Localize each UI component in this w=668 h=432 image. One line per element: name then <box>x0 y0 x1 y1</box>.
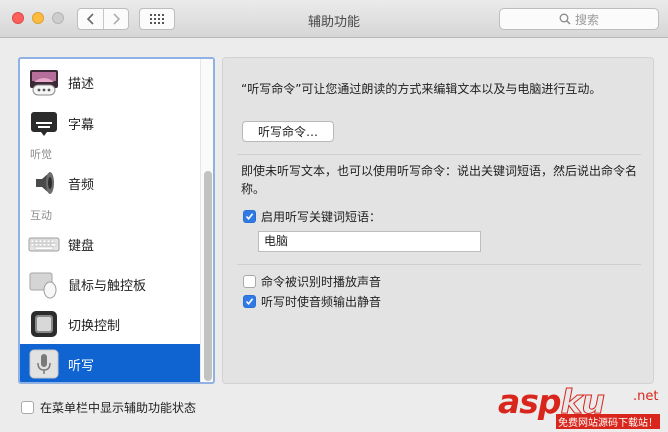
checkbox-label: 听写时使音频输出静音 <box>261 295 382 309</box>
microphone-icon <box>29 349 59 379</box>
enable-keyword-phrase-checkbox[interactable]: 启用听写关键词短语： <box>243 208 381 225</box>
divider <box>237 154 641 155</box>
captions-icon <box>31 112 57 136</box>
watermark-logo: aspku .net 免费网站源码下载站！ <box>498 382 660 429</box>
checkbox-checked[interactable] <box>243 295 256 308</box>
mouse-trackpad-icon <box>29 272 57 299</box>
sidebar: 描述 字幕 听觉 音频 互动 键盘 鼠标与触控板 切换控制 听写 <box>18 57 215 384</box>
descriptions-icon <box>30 70 58 96</box>
sidebar-item-label: 音频 <box>68 177 95 193</box>
checkbox-checked[interactable] <box>243 210 256 223</box>
divider <box>237 264 641 265</box>
dictation-commands-button[interactable]: 听写命令… <box>242 121 334 142</box>
title-bar: 辅助功能 搜索 <box>0 0 668 38</box>
search-field[interactable]: 搜索 <box>499 8 659 30</box>
sidebar-item-dictation[interactable]: 听写 <box>20 344 200 382</box>
sidebar-item-keyboard[interactable]: 键盘 <box>20 224 200 264</box>
keyword-phrase-description: 即使未听写文本，也可以使用听写命令：说出关键词短语，然后说出命令名称。 <box>241 164 638 196</box>
sidebar-item-label: 切换控制 <box>68 318 121 334</box>
checkbox-label: 启用听写关键词短语： <box>261 210 382 224</box>
section-header-interaction: 互动 <box>30 209 52 222</box>
sidebar-scrollbar-thumb[interactable] <box>204 171 212 381</box>
keyboard-icon <box>28 237 60 252</box>
watermark-tagline: 免费网站源码下载站！ <box>556 414 660 429</box>
watermark-brand-a: asp <box>498 382 562 421</box>
dictation-commands-description: “听写命令”可让您通过朗读的方式来编辑文本以及与电脑进行互动。 <box>241 82 602 96</box>
sidebar-item-label: 鼠标与触控板 <box>68 278 147 294</box>
speaker-icon <box>36 172 54 194</box>
sidebar-item-mouse-trackpad[interactable]: 鼠标与触控板 <box>20 264 200 304</box>
watermark-domain: .net <box>633 389 659 404</box>
checkbox-unchecked[interactable] <box>243 275 256 288</box>
sidebar-item-label: 键盘 <box>68 238 95 254</box>
sidebar-item-switch-control[interactable]: 切换控制 <box>20 304 200 344</box>
search-placeholder: 搜索 <box>574 12 599 27</box>
switch-control-icon <box>31 311 57 337</box>
checkmark-icon <box>245 298 254 306</box>
play-sound-checkbox[interactable]: 命令被识别时播放声音 <box>243 273 381 290</box>
sidebar-item-label: 听写 <box>68 358 95 374</box>
show-status-in-menu-bar-checkbox[interactable]: 在菜单栏中显示辅助功能状态 <box>21 399 196 416</box>
keyword-phrase-input[interactable]: 电脑 <box>258 231 481 252</box>
sidebar-item-captions[interactable]: 字幕 <box>20 103 200 143</box>
search-icon <box>559 13 571 25</box>
sidebar-item-audio[interactable]: 音频 <box>20 163 200 203</box>
mute-audio-checkbox[interactable]: 听写时使音频输出静音 <box>243 293 381 310</box>
sidebar-item-label: 描述 <box>68 76 95 92</box>
section-header-hearing: 听觉 <box>30 148 52 161</box>
checkmark-icon <box>245 213 254 221</box>
checkbox-unchecked[interactable] <box>21 401 34 414</box>
checkbox-label: 在菜单栏中显示辅助功能状态 <box>40 401 197 415</box>
sidebar-item-label: 字幕 <box>68 117 95 133</box>
checkbox-label: 命令被识别时播放声音 <box>261 275 382 289</box>
sidebar-item-descriptions[interactable]: 描述 <box>20 62 200 102</box>
dictation-settings-panel: “听写命令”可让您通过朗读的方式来编辑文本以及与电脑进行互动。 听写命令… 即使… <box>222 57 654 384</box>
